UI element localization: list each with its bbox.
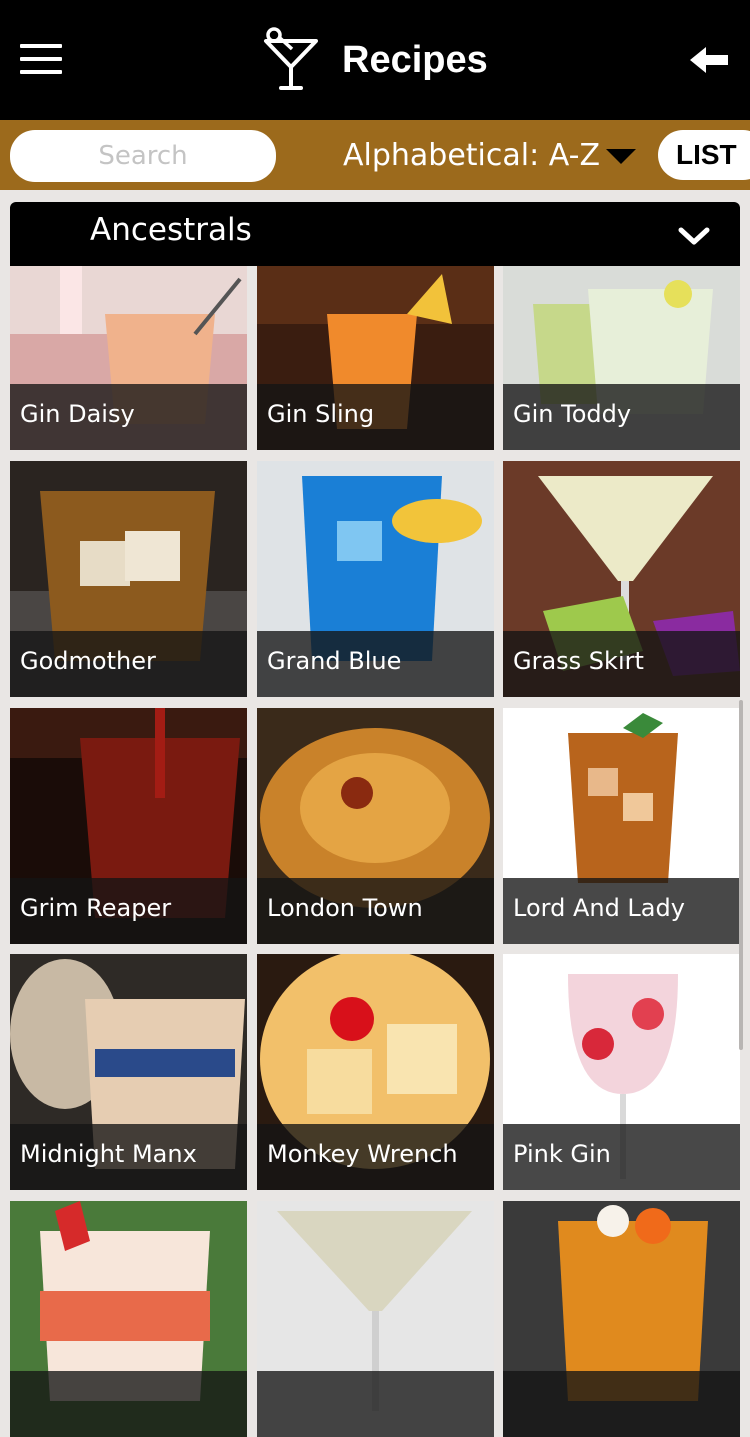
recipe-caption: Grass Skirt xyxy=(503,631,740,697)
hamburger-icon[interactable] xyxy=(20,44,62,76)
recipe-name: Grass Skirt xyxy=(513,647,644,675)
recipe-name: Lord And Lady xyxy=(513,894,685,922)
chevron-down-icon xyxy=(678,227,710,245)
recipe-name: Monkey Wrench xyxy=(267,1140,458,1168)
recipe-tile[interactable]: Godmother xyxy=(10,461,247,697)
recipe-name: Gin Daisy xyxy=(20,400,135,428)
recipe-caption: Midnight Manx xyxy=(10,1124,247,1190)
recipe-name: Midnight Manx xyxy=(20,1140,197,1168)
search-input[interactable] xyxy=(10,130,276,182)
recipe-name: Gin Sling xyxy=(267,400,375,428)
recipe-caption: Gin Toddy xyxy=(503,384,740,450)
recipe-tile[interactable]: Pink Gin xyxy=(503,954,740,1190)
recipe-caption: Gin Sling xyxy=(257,384,494,450)
list-view-button[interactable]: LIST xyxy=(658,130,750,180)
recipe-caption xyxy=(10,1371,247,1437)
scrollbar[interactable] xyxy=(739,700,743,1050)
recipe-name: London Town xyxy=(267,894,423,922)
header-title-group: Recipes xyxy=(262,26,488,94)
sort-dropdown[interactable]: Alphabetical: A-Z xyxy=(343,130,636,180)
martini-glass-icon xyxy=(264,27,318,90)
recipe-caption: London Town xyxy=(257,878,494,944)
page-title: Recipes xyxy=(342,38,488,81)
recipe-tile[interactable]: Midnight Manx xyxy=(10,954,247,1190)
recipe-caption xyxy=(503,1371,740,1437)
recipe-tile[interactable] xyxy=(10,1201,247,1437)
category-dropdown[interactable]: Ancestrals xyxy=(10,202,740,266)
recipe-tile[interactable]: Lord And Lady xyxy=(503,708,740,944)
recipe-caption: Grim Reaper xyxy=(10,878,247,944)
recipe-name: Grand Blue xyxy=(267,647,402,675)
recipe-caption xyxy=(257,1371,494,1437)
recipe-caption: Grand Blue xyxy=(257,631,494,697)
recipe-tile[interactable]: Grim Reaper xyxy=(10,708,247,944)
recipe-tile[interactable]: Monkey Wrench xyxy=(257,954,494,1190)
recipe-name: Pink Gin xyxy=(513,1140,611,1168)
recipe-tile[interactable] xyxy=(257,1201,494,1437)
recipe-caption: Godmother xyxy=(10,631,247,697)
recipe-caption: Lord And Lady xyxy=(503,878,740,944)
recipe-tile[interactable]: Grass Skirt xyxy=(503,461,740,697)
back-arrow-icon[interactable] xyxy=(688,44,730,76)
recipe-caption: Monkey Wrench xyxy=(257,1124,494,1190)
recipe-caption: Pink Gin xyxy=(503,1124,740,1190)
recipe-tile[interactable] xyxy=(503,1201,740,1437)
recipe-tile[interactable]: Grand Blue xyxy=(257,461,494,697)
recipe-name: Gin Toddy xyxy=(513,400,632,428)
sort-label: Alphabetical: A-Z xyxy=(343,137,600,173)
category-label: Ancestrals xyxy=(90,212,252,248)
filter-bar: Alphabetical: A-Z LIST xyxy=(0,120,750,190)
app-header: Recipes xyxy=(0,0,750,120)
recipe-name: Grim Reaper xyxy=(20,894,172,922)
recipe-caption: Gin Daisy xyxy=(10,384,247,450)
recipe-name: Godmother xyxy=(20,647,156,675)
recipe-tile[interactable]: London Town xyxy=(257,708,494,944)
caret-down-icon xyxy=(606,148,636,164)
